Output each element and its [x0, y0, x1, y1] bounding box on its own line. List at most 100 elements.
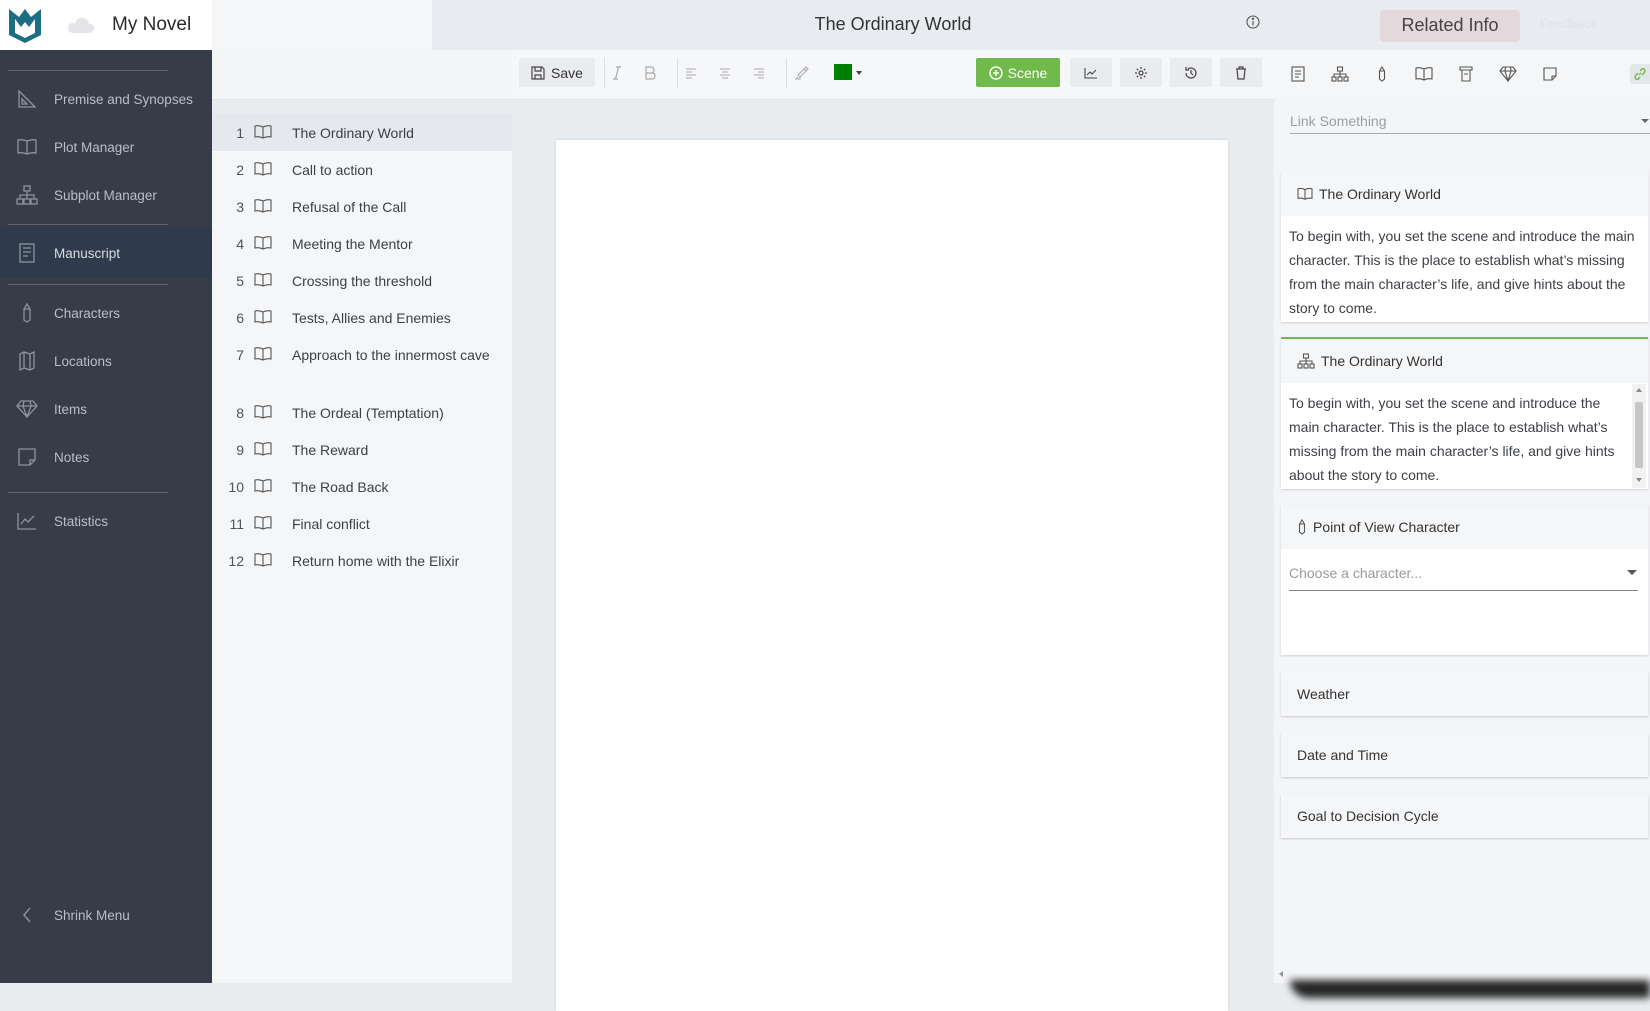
subplot-card: The Ordinary World To begin with, you se…: [1281, 337, 1648, 489]
sidebar-item-notes[interactable]: Notes: [0, 432, 212, 482]
statistics-button[interactable]: [1070, 58, 1112, 87]
tab-related-info[interactable]: Related Info: [1380, 10, 1520, 42]
weather-section[interactable]: Weather: [1281, 672, 1648, 716]
divider: [786, 58, 787, 88]
sidebar-item-subplot-manager[interactable]: Subplot Manager: [0, 170, 212, 220]
open-book-icon: [254, 122, 278, 140]
highlighter-icon[interactable]: [793, 64, 811, 82]
chapter-number: 12: [228, 553, 244, 569]
divider: [604, 58, 605, 88]
chapter-item[interactable]: 1 The Ordinary World: [212, 114, 512, 151]
align-right-icon[interactable]: [750, 64, 768, 82]
sidebar-item-label: Plot Manager: [54, 139, 135, 155]
align-left-icon[interactable]: [682, 64, 700, 82]
hierarchy-icon[interactable]: [1330, 64, 1350, 84]
chapter-title: Refusal of the Call: [292, 199, 407, 215]
chevron-down-icon: [1641, 119, 1649, 123]
chapter-number: 6: [236, 310, 244, 326]
sidebar-item-plot-manager[interactable]: Plot Manager: [0, 122, 212, 172]
sidebar-item-manuscript[interactable]: Manuscript: [0, 228, 212, 278]
chapter-title: The Ordinary World: [292, 125, 414, 141]
chapter-number: 7: [236, 347, 244, 363]
date-time-section[interactable]: Date and Time: [1281, 733, 1648, 777]
link-icon[interactable]: [1630, 64, 1650, 84]
feedback-button[interactable]: Feedback: [1540, 16, 1597, 31]
align-center-icon[interactable]: [716, 64, 734, 82]
open-book-icon: [254, 270, 278, 288]
sidebar-item-statistics[interactable]: Statistics: [0, 496, 212, 546]
sidebar-item-label: Notes: [54, 449, 90, 465]
plot-card: The Ordinary World To begin with, you se…: [1281, 172, 1648, 322]
chevron-left-icon: [15, 903, 39, 927]
chapter-item[interactable]: 9 The Reward: [212, 431, 512, 468]
chapter-item[interactable]: 12 Return home with the Elixir: [212, 542, 512, 579]
pov-character-select[interactable]: Choose a character...: [1289, 561, 1638, 591]
goal-decision-section[interactable]: Goal to Decision Cycle: [1281, 794, 1648, 838]
novel-title[interactable]: My Novel: [112, 14, 192, 36]
text-color-swatch[interactable]: [834, 64, 852, 80]
chapter-title: The Road Back: [292, 479, 389, 495]
save-label: Save: [551, 64, 583, 81]
shrink-menu-button[interactable]: Shrink Menu: [0, 890, 212, 940]
sidebar-item-locations[interactable]: Locations: [0, 336, 212, 386]
diamond-icon: [15, 397, 39, 421]
plot-card-text: To begin with, you set the scene and int…: [1289, 228, 1635, 316]
scroll-left-icon[interactable]: [1278, 970, 1284, 978]
chapter-item[interactable]: 10 The Road Back: [212, 468, 512, 505]
chapter-title: Return home with the Elixir: [292, 553, 460, 569]
scroll-down-icon[interactable]: [1635, 477, 1643, 483]
chapter-item[interactable]: 5 Crossing the threshold: [212, 262, 512, 299]
open-book-icon: [254, 307, 278, 325]
chapter-title: The Reward: [292, 442, 369, 458]
chapter-title: Crossing the threshold: [292, 273, 433, 289]
save-button[interactable]: Save: [519, 58, 595, 87]
subplot-card-text: To begin with, you set the scene and int…: [1289, 395, 1615, 483]
sidebar-item-label: Locations: [54, 353, 112, 369]
manuscript-page[interactable]: [556, 140, 1228, 1011]
sidebar-item-label: Characters: [54, 305, 121, 321]
chart-icon: [15, 509, 39, 533]
chapter-item[interactable]: 7 Approach to the innermost cave: [212, 336, 512, 394]
cloud-sync-icon[interactable]: [66, 15, 102, 35]
open-book-icon[interactable]: [1414, 64, 1434, 84]
chapter-item[interactable]: 11 Final conflict: [212, 505, 512, 542]
history-icon: [1185, 66, 1197, 79]
divider: [8, 224, 168, 225]
sidebar-item-label: Premise and Synopses: [54, 91, 193, 107]
pen-icon[interactable]: [1372, 64, 1392, 84]
app-header: My Novel: [0, 0, 212, 50]
chapter-item[interactable]: 2 Call to action: [212, 151, 512, 188]
note-icon[interactable]: [1540, 64, 1560, 84]
hierarchy-icon: [1297, 353, 1315, 369]
sidebar-item-premise[interactable]: Premise and Synopses: [0, 74, 212, 124]
sidebar-item-items[interactable]: Items: [0, 384, 212, 434]
chapter-item[interactable]: 8 The Ordeal (Temptation): [212, 394, 512, 431]
color-dropdown-icon[interactable]: [854, 64, 864, 82]
history-button[interactable]: [1170, 58, 1212, 87]
pov-card: Point of View Character Choose a charact…: [1281, 505, 1648, 655]
sidebar-item-label: Statistics: [54, 513, 109, 529]
app-logo-icon[interactable]: [0, 0, 50, 50]
location-icon[interactable]: [1456, 64, 1476, 84]
chapter-item[interactable]: 3 Refusal of the Call: [212, 188, 512, 225]
plot-card-header: The Ordinary World: [1281, 172, 1648, 216]
manuscript-icon[interactable]: [1288, 64, 1308, 84]
diamond-icon[interactable]: [1498, 64, 1518, 84]
link-something-select[interactable]: Link Something: [1290, 108, 1650, 134]
delete-button[interactable]: [1220, 58, 1262, 87]
pov-card-title: Point of View Character: [1313, 519, 1460, 535]
add-scene-button[interactable]: Scene: [976, 58, 1060, 87]
horizontal-scrollbar[interactable]: [1276, 968, 1650, 990]
sidebar-item-characters[interactable]: Characters: [0, 288, 212, 338]
settings-button[interactable]: [1120, 58, 1162, 87]
chapter-item[interactable]: 4 Meeting the Mentor: [212, 225, 512, 262]
chapter-item[interactable]: 6 Tests, Allies and Enemies: [212, 299, 512, 336]
info-icon[interactable]: [1246, 15, 1260, 29]
chapters-header: [212, 0, 432, 50]
subplot-scrollbar[interactable]: [1632, 384, 1646, 488]
bold-icon[interactable]: [641, 64, 659, 82]
scrollbar-thumb[interactable]: [1635, 402, 1643, 468]
scroll-up-icon[interactable]: [1635, 387, 1643, 393]
chevron-down-icon: [1627, 570, 1637, 575]
italic-icon[interactable]: [608, 64, 626, 82]
